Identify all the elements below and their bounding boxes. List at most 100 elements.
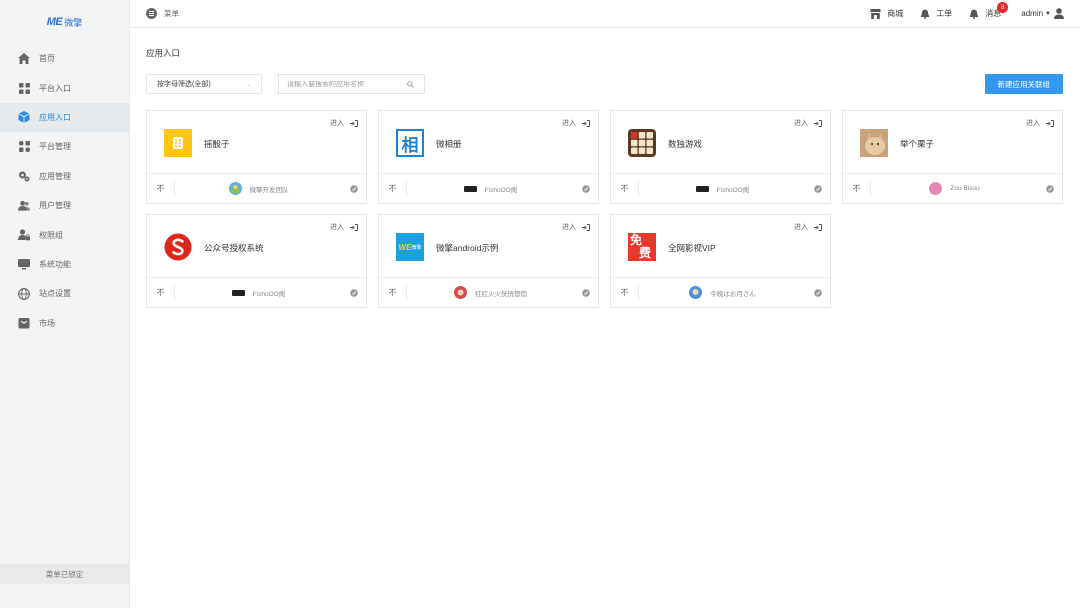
message-count-badge: 8: [997, 2, 1009, 13]
user-menu[interactable]: admin ▼: [1021, 8, 1064, 19]
card-footer: 不 微擎开发团队: [147, 173, 366, 203]
settings-gear-icon[interactable]: [1038, 184, 1062, 193]
filter-bar: 按字母筛选(全部) ⌄ 新建应用关联组: [146, 74, 1063, 94]
enter-link[interactable]: 进入: [330, 118, 358, 128]
we-logo-sub: 微擎: [411, 244, 422, 251]
enter-link[interactable]: 进入: [1026, 118, 1054, 128]
app-name: 公众号授权系统: [204, 243, 264, 253]
app-card[interactable]: 进入 免 费 全网影视VIP 不 今晚はお月さん: [610, 214, 831, 308]
sign-in-icon: [582, 223, 590, 231]
new-app-group-button[interactable]: 新建应用关联组: [984, 74, 1063, 94]
enter-link[interactable]: 进入: [330, 222, 358, 232]
owner-info: 红红火火恍恍惚惚: [407, 286, 574, 299]
bell-icon: [920, 9, 930, 19]
logo-mark: ME: [46, 16, 63, 28]
enter-link[interactable]: 进入: [794, 118, 822, 128]
pin-top-button[interactable]: 不: [611, 180, 639, 197]
owner-name: FishoOO阁: [716, 186, 750, 194]
grid-icon: [18, 141, 30, 153]
app-card[interactable]: 进入 举个栗子 不 Zou Bisou: [842, 110, 1063, 204]
pin-top-button[interactable]: 不: [147, 284, 175, 301]
logo[interactable]: ME 微擎: [0, 0, 129, 44]
app-card[interactable]: 进入 数独游戏 不 FishoOO阁: [610, 110, 831, 204]
pin-top-button[interactable]: 不: [843, 180, 871, 197]
app-name: 摇骰子: [204, 139, 230, 149]
owner-name: 微擎开发团队: [249, 186, 289, 194]
app-card[interactable]: 进入 相 微相册 不 FishoOO阁: [378, 110, 599, 204]
settings-gear-icon[interactable]: [806, 288, 830, 297]
app-name: 举个栗子: [900, 139, 935, 149]
menu-lock-bar[interactable]: 菜单已锁定: [0, 564, 129, 584]
red-avatar-icon: [454, 286, 467, 299]
settings-gear-icon[interactable]: [574, 288, 598, 297]
sidebar-item-site-settings[interactable]: 站点设置: [0, 279, 129, 308]
dark-logo-avatar-icon: [463, 185, 477, 192]
sign-in-icon: [814, 223, 822, 231]
ticket-link[interactable]: 工单: [920, 8, 952, 19]
settings-gear-icon[interactable]: [342, 184, 366, 193]
message-link[interactable]: 消息 8: [969, 2, 1009, 19]
sidebar-item-label: 应用管理: [39, 171, 71, 181]
letter-filter-select[interactable]: 按字母筛选(全部) ⌄: [146, 74, 262, 94]
settings-gear-icon[interactable]: [574, 184, 598, 193]
sidebar-item-platform-entry[interactable]: 平台入口: [0, 73, 129, 102]
dark-logo-avatar-icon: [695, 185, 709, 192]
sidebar-item-label: 权限组: [39, 230, 63, 240]
card-footer: 不 今晚はお月さん: [611, 277, 830, 307]
bell-icon: [969, 9, 979, 19]
owner-name: 红红火火恍恍惚惚: [475, 290, 527, 298]
photo-album-app-icon: 相: [396, 129, 424, 157]
sidebar-item-platform-manage[interactable]: 平台管理: [0, 132, 129, 161]
sidebar: ME 微擎 首页 平台入口 应用入口 平台管理 应用管理 用户管理 权限组 系统…: [0, 0, 130, 608]
globe-icon: [18, 287, 30, 300]
owner-name: Zou Bisou: [950, 185, 980, 192]
pink-avatar-icon: [929, 182, 943, 195]
app-card[interactable]: 进入 WE 微擎 微擎android示例 不 红红火火恍恍惚惚: [378, 214, 599, 308]
sidebar-item-label: 应用入口: [39, 112, 71, 122]
sidebar-item-home[interactable]: 首页: [0, 44, 129, 73]
pin-top-button[interactable]: 不: [379, 284, 407, 301]
enter-link[interactable]: 进入: [794, 222, 822, 232]
app-name: 数独游戏: [668, 139, 703, 149]
photo-album-glyph: 相: [401, 135, 419, 155]
settings-gear-icon[interactable]: [806, 184, 830, 193]
search-input[interactable]: [287, 80, 407, 88]
sign-in-icon: [350, 119, 358, 127]
pin-top-button[interactable]: 不: [611, 284, 639, 301]
pin-top-button[interactable]: 不: [147, 180, 175, 197]
dark-logo-avatar-icon: [231, 289, 245, 296]
card-footer: 不 红红火火恍恍惚惚: [379, 277, 598, 307]
menu-toggle-button[interactable]: 菜单: [146, 8, 179, 19]
red-s-app-icon: [164, 233, 192, 261]
sidebar-item-app-entry[interactable]: 应用入口: [0, 102, 129, 133]
app-card[interactable]: 进入 公众号授权系统 不 FishoOO阁: [146, 214, 367, 308]
free-bottom-glyph: 费: [639, 246, 652, 260]
sidebar-item-permission-group[interactable]: 权限组: [0, 220, 129, 249]
search-icon[interactable]: [407, 80, 414, 88]
app-card[interactable]: 进入 摇骰子 不 微擎开发团队: [146, 110, 367, 204]
search-box: [278, 74, 425, 94]
menu-label: 菜单: [164, 9, 179, 18]
sign-in-icon: [582, 119, 590, 127]
sidebar-item-system-function[interactable]: 系统功能: [0, 250, 129, 279]
sidebar-item-user-manage[interactable]: 用户管理: [0, 191, 129, 220]
owner-info: FishoOO阁: [407, 184, 574, 194]
settings-gear-icon[interactable]: [342, 288, 366, 297]
owner-name: FishoOO阁: [252, 290, 286, 298]
pin-top-button[interactable]: 不: [379, 180, 407, 197]
shop-link[interactable]: 商城: [870, 8, 903, 19]
sign-in-icon: [814, 119, 822, 127]
shop-bag-icon: [18, 317, 30, 329]
sidebar-item-label: 平台入口: [39, 83, 71, 93]
owner-name: 今晚はお月さん: [710, 290, 756, 298]
home-icon: [18, 53, 30, 65]
sidebar-item-app-manage[interactable]: 应用管理: [0, 162, 129, 191]
sidebar-item-market[interactable]: 市场: [0, 309, 129, 338]
owner-info: FishoOO阁: [175, 288, 342, 298]
enter-link[interactable]: 进入: [562, 222, 590, 232]
owner-info: 微擎开发团队: [175, 182, 342, 195]
dice-app-icon: [164, 129, 192, 157]
enter-link[interactable]: 进入: [562, 118, 590, 128]
sidebar-item-label: 用户管理: [39, 201, 71, 211]
enter-label: 进入: [1026, 120, 1040, 127]
